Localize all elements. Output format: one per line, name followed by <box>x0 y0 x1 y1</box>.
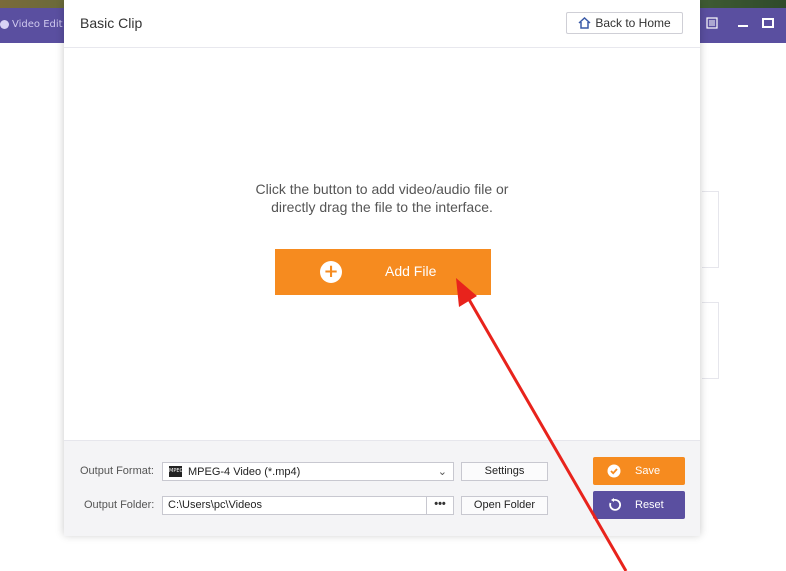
back-to-home-label: Back to Home <box>595 16 671 30</box>
output-folder-field[interactable]: C:\Users\pc\Videos ••• <box>162 496 454 515</box>
output-folder-label: Output Folder: <box>84 499 155 511</box>
output-format-value: MPEG-4 Video (*.mp4) <box>188 465 301 478</box>
output-format-select[interactable]: MPEG MPEG-4 Video (*.mp4) ⌄ <box>162 462 454 481</box>
back-to-home-button[interactable]: Back to Home <box>566 12 683 34</box>
output-settings-footer: Output Format: MPEG MPEG-4 Video (*.mp4)… <box>64 440 700 536</box>
output-format-label: Output Format: <box>80 465 154 477</box>
reset-button[interactable]: Reset <box>593 491 685 519</box>
settings-button[interactable]: Settings <box>461 462 548 481</box>
output-folder-value: C:\Users\pc\Videos <box>168 499 262 511</box>
feedback-icon[interactable] <box>706 17 718 29</box>
open-folder-button[interactable]: Open Folder <box>461 496 548 515</box>
background-app-title: Video Edit <box>0 16 63 32</box>
mpeg-format-icon: MPEG <box>169 466 183 477</box>
drop-hint-line-1: Click the button to add video/audio file… <box>255 181 509 197</box>
basic-clip-dialog: Basic Clip Back to Home Click the button… <box>64 0 700 536</box>
chevron-down-icon: ⌄ <box>437 466 447 478</box>
dialog-header: Basic Clip Back to Home <box>64 0 700 48</box>
background-app-title-text: Video Edit <box>12 18 63 30</box>
plus-circle-icon: + <box>320 261 342 283</box>
add-file-label: Add File <box>385 263 437 279</box>
reset-icon <box>609 498 621 511</box>
app-logo-icon <box>0 19 9 29</box>
browse-folder-button[interactable]: ••• <box>426 497 453 514</box>
maximize-icon[interactable] <box>762 17 774 29</box>
save-label: Save <box>635 465 661 477</box>
home-icon <box>578 17 591 29</box>
check-circle-icon <box>607 464 621 478</box>
background-card <box>702 302 719 379</box>
dialog-title: Basic Clip <box>80 15 143 31</box>
minimize-icon[interactable] <box>738 17 748 29</box>
drop-hint-line-2: directly drag the file to the interface. <box>271 199 493 215</box>
add-file-button[interactable]: + Add File <box>275 249 491 295</box>
drop-hint: Click the button to add video/audio file… <box>64 180 700 216</box>
background-card <box>702 191 719 268</box>
save-button[interactable]: Save <box>593 457 685 485</box>
reset-label: Reset <box>635 499 664 511</box>
